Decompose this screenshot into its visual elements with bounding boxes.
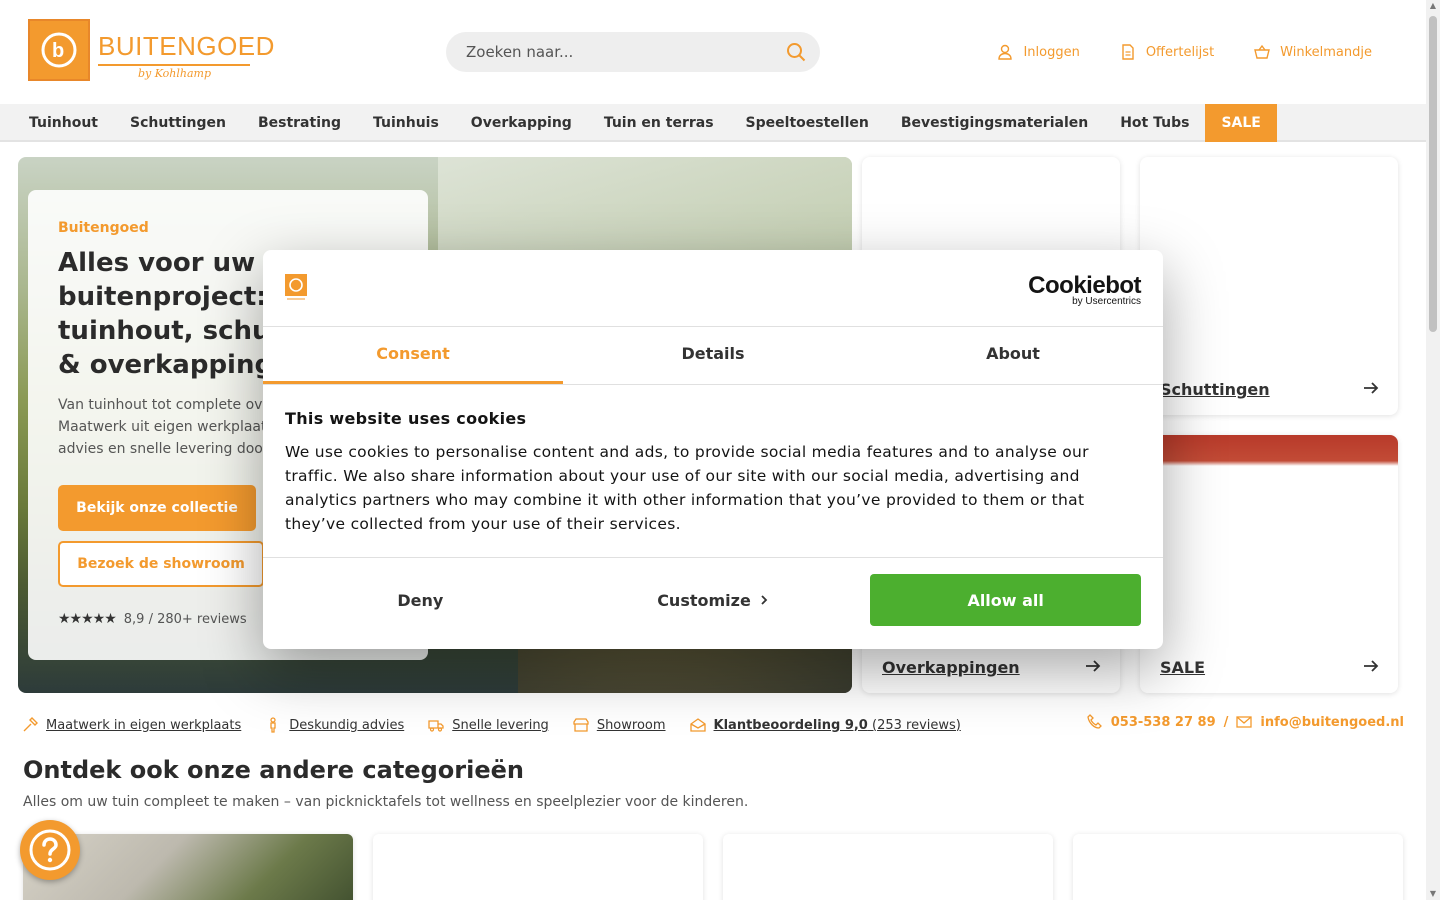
customize-button[interactable]: Customize	[577, 574, 849, 626]
allow-label: Allow all	[967, 590, 1044, 610]
deny-button[interactable]: Deny	[285, 574, 556, 626]
scrollbar-thumb[interactable]	[1429, 16, 1437, 332]
cookie-actions: Deny Customize Allow all	[285, 574, 1142, 626]
cookie-heading: This website uses cookies	[285, 409, 527, 428]
customize-label: Customize	[657, 590, 751, 610]
page-scrollbar[interactable]: ▲ ▼	[1426, 0, 1440, 900]
site-logo-icon	[285, 274, 307, 300]
allow-all-button[interactable]: Allow all	[870, 574, 1142, 626]
cookie-body: This website uses cookies We use cookies…	[263, 385, 1163, 558]
cookie-text: We use cookies to personalise content an…	[285, 443, 1089, 533]
tab-about[interactable]: About	[863, 327, 1163, 384]
cookie-dialog-header: Cookiebot by Usercentrics	[263, 250, 1163, 327]
cookiebot-logo[interactable]: Cookiebot by Usercentrics	[1028, 272, 1141, 307]
scroll-down-icon[interactable]: ▼	[1429, 890, 1437, 898]
tab-details[interactable]: Details	[563, 327, 863, 384]
chevron-right-icon	[761, 595, 768, 605]
scroll-up-icon[interactable]: ▲	[1429, 2, 1437, 10]
tab-consent[interactable]: Consent	[263, 327, 563, 384]
cookie-tabs: Consent Details About	[263, 327, 1163, 385]
cookie-consent-dialog: Cookiebot by Usercentrics Consent Detail…	[263, 250, 1163, 649]
deny-label: Deny	[397, 590, 444, 610]
